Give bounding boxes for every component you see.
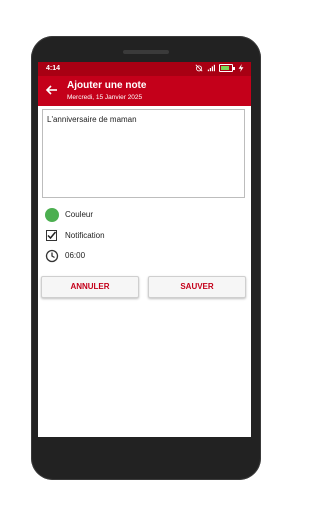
- battery-level: [221, 66, 229, 70]
- status-bar: 4:14: [38, 62, 251, 76]
- color-label: Couleur: [65, 210, 94, 219]
- time-option[interactable]: 06:00: [45, 249, 235, 263]
- notification-checkbox[interactable]: [46, 230, 57, 241]
- page-subtitle: Mercredi, 15 Janvier 2025: [67, 94, 143, 101]
- status-icons: [195, 64, 245, 72]
- note-input[interactable]: L'anniversaire de maman: [42, 109, 245, 198]
- status-time: 4:14: [46, 65, 61, 72]
- back-arrow-icon[interactable]: [44, 82, 60, 98]
- signal-icon: [207, 64, 215, 72]
- note-text: L'anniversaire de maman: [47, 115, 137, 124]
- color-option[interactable]: Couleur: [45, 208, 235, 222]
- color-dot-icon[interactable]: [45, 208, 59, 222]
- battery-icon: [219, 64, 235, 72]
- app-screen: 4:14 Ajouter une note Mercredi, 15 Janvi…: [38, 62, 251, 437]
- save-button[interactable]: SAUVER: [148, 276, 246, 298]
- notification-option[interactable]: Notification: [45, 229, 235, 243]
- page-title: Ajouter une note: [67, 80, 147, 91]
- time-value: 06:00: [65, 251, 86, 260]
- notification-label: Notification: [65, 231, 105, 240]
- phone-speaker: [123, 50, 169, 54]
- app-toolbar: Ajouter une note Mercredi, 15 Janvier 20…: [38, 76, 251, 106]
- checkmark-icon: [47, 231, 56, 239]
- cancel-button[interactable]: ANNULER: [41, 276, 139, 298]
- charging-icon: [238, 64, 244, 72]
- clock-icon: [45, 249, 59, 263]
- alarm-off-icon: [195, 64, 203, 72]
